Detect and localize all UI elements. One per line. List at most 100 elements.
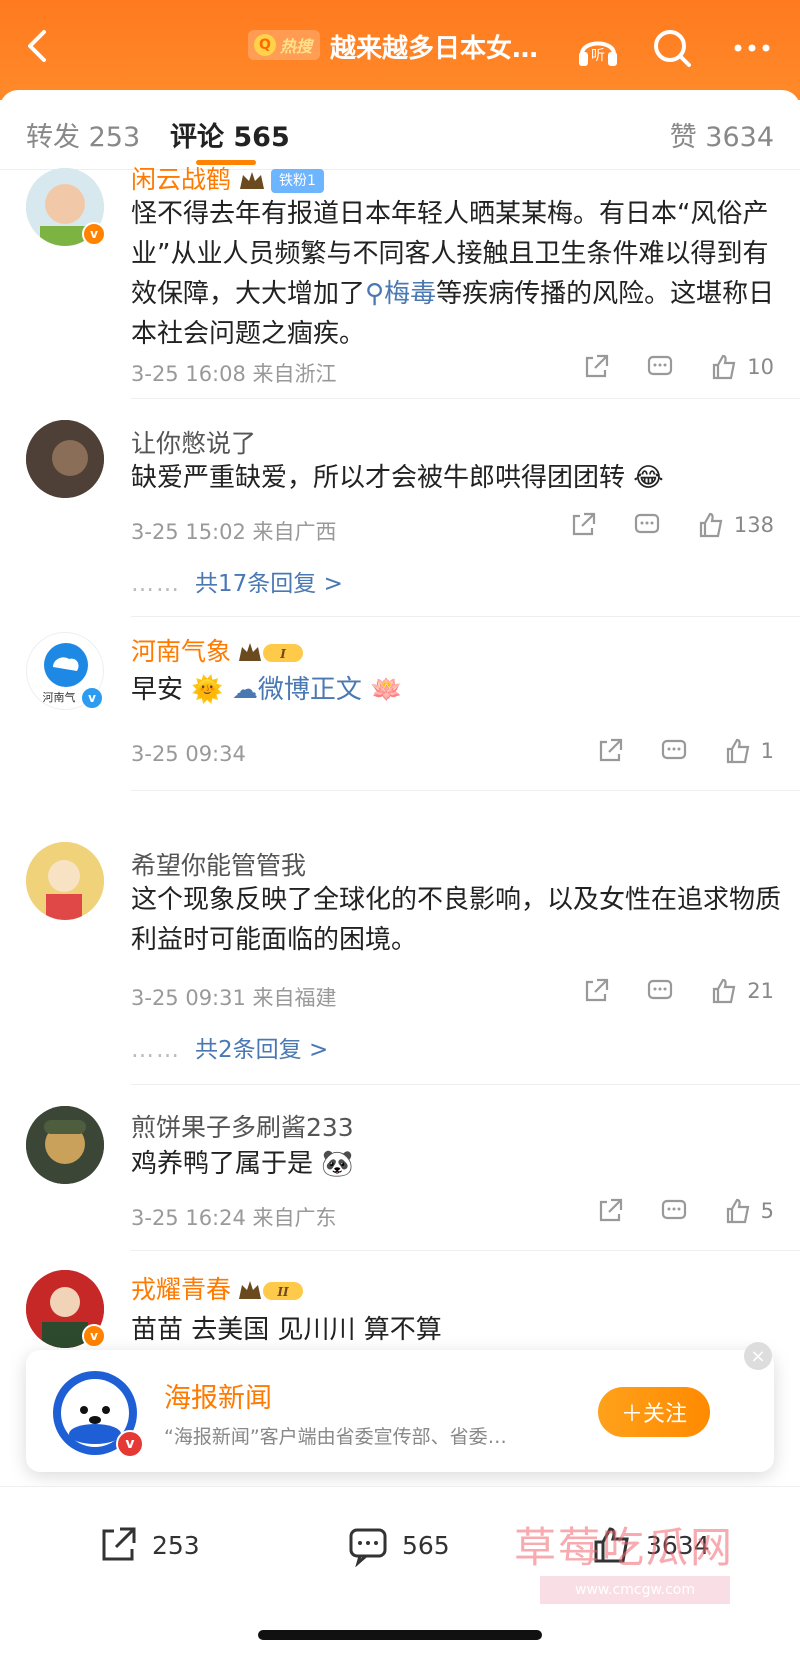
keyword-link[interactable]: ⚲梅毒 <box>365 279 436 309</box>
like-button[interactable]: 10 <box>709 352 774 382</box>
divider <box>131 1084 800 1085</box>
account-description: “海报新闻”客户端由省委宣传部、省委… <box>164 1426 507 1448</box>
comment-meta: 3-25 09:31 来自福建 <box>131 986 337 1010</box>
comment-text: 早安 🌞 ☁微博正文 🪷 <box>131 675 403 705</box>
follow-button[interactable]: ＋关注 <box>598 1387 710 1437</box>
reply-dots: …… <box>131 571 181 597</box>
tab-like[interactable]: 赞 3634 <box>670 115 774 154</box>
comment-button[interactable]: 565 <box>346 1523 450 1567</box>
comment-meta: 3-25 15:02 来自广西 <box>131 520 337 544</box>
share-icon <box>102 1527 136 1561</box>
comment-meta: 3-25 16:08 来自浙江 <box>131 362 337 386</box>
comment-meta: 3-25 16:24 来自广东 <box>131 1206 337 1230</box>
comment-bubble-icon[interactable] <box>645 352 675 382</box>
thumbs-up-icon <box>726 1198 749 1224</box>
comment-text: 缺爱严重缺爱，所以才会被牛郎哄得团团转 😂 <box>131 463 664 493</box>
reply-dots: …… <box>131 1037 181 1063</box>
vip-level-badge-icon: II <box>239 1281 304 1300</box>
verified-badge-icon: v <box>116 1430 144 1458</box>
repost-button[interactable]: 253 <box>96 1523 200 1567</box>
comment-text: 苗苗 去美国 见川川 算不算 <box>131 1315 442 1345</box>
avatar[interactable] <box>26 420 104 498</box>
cloud-link-icon: ☁ <box>231 675 258 705</box>
home-indicator[interactable] <box>258 1630 542 1640</box>
svg-text:河南气: 河南气 <box>43 690 76 704</box>
divider <box>131 398 800 399</box>
close-icon[interactable]: × <box>744 1342 772 1370</box>
comment-username[interactable]: 河南气象 I <box>131 632 307 668</box>
avatar[interactable] <box>26 842 104 920</box>
tab-repost[interactable]: 转发 253 <box>26 115 140 154</box>
divider <box>131 616 800 617</box>
panda-emoji-icon: 🐼 <box>321 1149 354 1179</box>
like-button[interactable]: 138 <box>696 510 774 540</box>
tab-bar: 转发 253 评论 565 赞 3634 <box>0 90 800 170</box>
view-replies-link[interactable]: …… 共2条回复 > <box>131 1030 328 1064</box>
search-icon[interactable] <box>646 22 698 74</box>
comment-username[interactable]: 戎耀青春 II <box>131 1270 307 1306</box>
comment-text: 怪不得去年有报道日本年轻人晒某某梅。有日本“风俗产业”从业人员频繁与不同客人接触… <box>131 199 775 349</box>
verified-badge-icon: v <box>82 222 106 246</box>
comment-actions: 5 <box>595 1196 774 1226</box>
weibo-post-link[interactable]: ☁微博正文 <box>232 675 362 705</box>
account-name[interactable]: 海报新闻 <box>164 1376 272 1415</box>
share-icon[interactable] <box>581 352 611 382</box>
comment-bubble-icon[interactable] <box>645 976 675 1006</box>
view-replies-link[interactable]: …… 共17条回复 > <box>131 564 343 598</box>
comment-actions: 10 <box>581 352 774 382</box>
comment-bubble-icon[interactable] <box>659 1196 689 1226</box>
divider <box>131 790 800 791</box>
comment-bubble-icon[interactable] <box>632 510 662 540</box>
top-bar: Q 热搜 越来越多日本女… 听 <box>0 0 800 100</box>
sun-smile-emoji-icon: 🌞 <box>191 675 224 705</box>
thumbs-up-icon <box>726 738 749 764</box>
comment-meta: 3-25 09:34 <box>131 742 246 766</box>
tab-comment[interactable]: 评论 565 <box>170 115 290 154</box>
share-icon[interactable] <box>595 1196 625 1226</box>
comment-username[interactable]: 闲云战鹤 铁粉1 <box>131 160 324 196</box>
search-icon: ⚲ <box>365 279 385 309</box>
verified-badge-icon: v <box>80 686 104 710</box>
share-icon[interactable] <box>581 976 611 1006</box>
vip-level-badge-icon: I <box>239 643 304 662</box>
hot-search-label: 热搜 <box>280 37 313 56</box>
comment-username[interactable]: 让你憋说了 <box>131 424 256 460</box>
soldier-cartoon-avatar-icon <box>26 1106 104 1184</box>
svg-text:I: I <box>279 647 286 661</box>
comment-actions: 1 <box>595 736 774 766</box>
like-button[interactable]: 5 <box>723 1196 774 1226</box>
hot-search-badge[interactable]: Q 热搜 <box>248 30 321 60</box>
comment-bubble-icon[interactable] <box>659 736 689 766</box>
crown-icon <box>240 172 265 189</box>
more-options-icon[interactable] <box>726 22 778 74</box>
avatar[interactable] <box>26 1106 104 1184</box>
comment-text: 这个现象反映了全球化的不良影响，以及女性在追求物质利益时可能面临的困境。 <box>131 885 782 955</box>
watermark-text: 草莓吃瓜网 <box>514 1523 735 1572</box>
verified-badge-icon: v <box>82 1324 106 1348</box>
comment-text: 鸡养鸭了属于是 🐼 <box>131 1149 354 1179</box>
divider <box>131 1250 800 1251</box>
share-icon[interactable] <box>595 736 625 766</box>
like-button[interactable]: 1 <box>723 736 774 766</box>
thumbs-up-icon <box>699 512 723 538</box>
photo-avatar-icon <box>26 420 104 498</box>
svg-text:听: 听 <box>591 48 605 64</box>
thumbs-up-icon <box>713 354 736 380</box>
follow-suggestion-card: × v 海报新闻 “海报新闻”客户端由省委宣传部、省委… ＋关注 <box>26 1342 774 1472</box>
page-title: 越来越多日本女… <box>330 34 539 64</box>
fan-badge: 铁粉1 <box>271 169 324 193</box>
cartoon-avatar-icon <box>26 842 104 920</box>
laugh-cry-emoji-icon: 😂 <box>633 463 664 493</box>
comment-username[interactable]: 煎饼果子多刷酱233 <box>131 1108 354 1144</box>
share-icon[interactable] <box>568 510 598 540</box>
comment-actions: 138 <box>568 510 774 540</box>
like-button[interactable]: 21 <box>709 976 774 1006</box>
comment-username[interactable]: 希望你能管管我 <box>131 846 306 882</box>
comment-bubble-icon <box>349 1528 387 1567</box>
svg-text:II: II <box>276 1285 289 1299</box>
hot-search-icon: Q <box>254 34 276 56</box>
back-arrow-icon[interactable] <box>16 24 60 68</box>
watermark-url: www.cmcgw.com <box>540 1576 730 1604</box>
lotus-sticker-icon: 🪷 <box>370 675 403 705</box>
listen-headphone-icon[interactable]: 听 <box>572 22 624 74</box>
